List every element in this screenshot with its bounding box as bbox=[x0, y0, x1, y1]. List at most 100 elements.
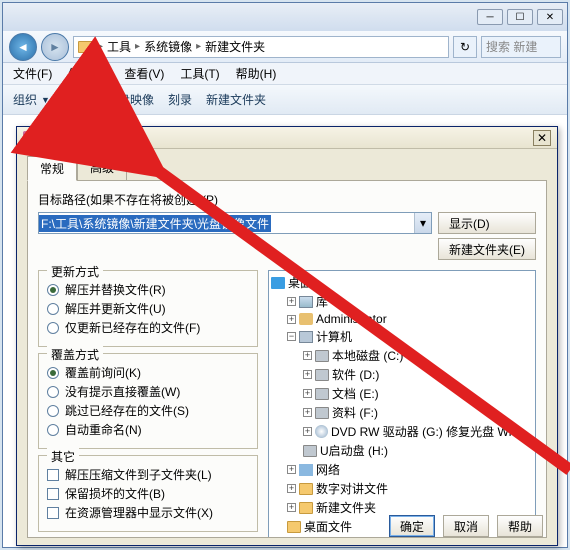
expander-icon[interactable]: + bbox=[303, 408, 312, 417]
display-button[interactable]: 显示(D) bbox=[438, 212, 536, 234]
target-path-value: F:\工具\系统镜像\新建文件夹\光盘镜像文件 bbox=[39, 215, 271, 232]
expander-icon[interactable]: + bbox=[287, 315, 296, 324]
nav-back-button[interactable]: ◄ bbox=[9, 33, 37, 61]
check-subfolder[interactable]: 解压压缩文件到子文件夹(L) bbox=[47, 466, 249, 483]
tree-node-drive: U启动盘 (H:) bbox=[271, 441, 533, 460]
tree-node-drive: +资料 (F:) bbox=[271, 403, 533, 422]
tree-node-user: +Administrator bbox=[271, 311, 533, 327]
new-folder-button[interactable]: 新建文件夹 bbox=[206, 91, 266, 108]
tree-node-drive: +软件 (D:) bbox=[271, 365, 533, 384]
folder-icon bbox=[299, 483, 313, 495]
tree-node-folder: +数字对讲文件 bbox=[271, 479, 533, 498]
tree-node-network: +网络 bbox=[271, 460, 533, 479]
refresh-button[interactable]: ↻ bbox=[453, 36, 477, 58]
library-icon bbox=[299, 296, 313, 308]
radio-ask-overwrite[interactable]: 覆盖前询问(K) bbox=[47, 364, 249, 381]
explorer-titlebar: ─ ☐ ✕ bbox=[3, 3, 567, 31]
cancel-button[interactable]: 取消 bbox=[443, 515, 489, 537]
maximize-button[interactable]: ☐ bbox=[507, 9, 533, 25]
network-icon bbox=[299, 464, 313, 476]
search-input[interactable]: 搜索 新建 bbox=[481, 36, 561, 58]
extract-dialog: 解压路径和选项 ✕ 常规 高级 目标路径(如果不存在将被创建)(P) F:\工具… bbox=[16, 126, 558, 546]
dialog-tabs: 常规 高级 bbox=[27, 155, 547, 180]
chevron-down-icon[interactable]: ▾ bbox=[414, 213, 431, 233]
target-path-combo[interactable]: F:\工具\系统镜像\新建文件夹\光盘镜像文件 ▾ bbox=[38, 212, 432, 234]
explorer-navbar: ◄ ► ▸ 工具 ▸ 系统镜像 ▸ 新建文件夹 ↻ 搜索 新建 bbox=[3, 31, 567, 63]
group-update: 更新方式 解压并替换文件(R) 解压并更新文件(U) 仅更新已经存在的文件(F) bbox=[38, 270, 258, 347]
breadcrumb[interactable]: 系统镜像 bbox=[144, 38, 192, 55]
tab-panel-general: 目标路径(如果不存在将被创建)(P) F:\工具\系统镜像\新建文件夹\光盘镜像… bbox=[27, 180, 547, 538]
drive-icon bbox=[315, 388, 329, 400]
expander-icon[interactable]: + bbox=[303, 370, 312, 379]
close-button[interactable]: ✕ bbox=[537, 9, 563, 25]
chevron-right-icon: ▸ bbox=[98, 41, 103, 52]
tab-advanced[interactable]: 高级 bbox=[77, 155, 127, 180]
chevron-right-icon: ▸ bbox=[135, 41, 140, 52]
nav-forward-button[interactable]: ► bbox=[41, 33, 69, 61]
desktop-icon bbox=[271, 277, 285, 289]
dialog-titlebar: 解压路径和选项 ✕ bbox=[17, 127, 557, 149]
chevron-down-icon: ▼ bbox=[41, 95, 50, 105]
group-overwrite: 覆盖方式 覆盖前询问(K) 没有提示直接覆盖(W) 跳过已经存在的文件(S) 自… bbox=[38, 353, 258, 449]
menu-file[interactable]: 文件(F) bbox=[13, 65, 52, 82]
check-keep-broken[interactable]: 保留损坏的文件(B) bbox=[47, 485, 249, 502]
menu-help[interactable]: 帮助(H) bbox=[236, 65, 277, 82]
burn-image-button[interactable]: 刻录光盘映像 bbox=[64, 91, 154, 108]
radio-autorename[interactable]: 自动重命名(N) bbox=[47, 421, 249, 438]
radio-update-existing[interactable]: 仅更新已经存在的文件(F) bbox=[47, 319, 249, 336]
radio-skip-existing[interactable]: 跳过已经存在的文件(S) bbox=[47, 402, 249, 419]
tree-node-desktop: 桌面 bbox=[271, 273, 533, 292]
group-title: 更新方式 bbox=[47, 263, 103, 280]
folder-tree[interactable]: 桌面 +库 +Administrator −计算机 +本地磁盘 (C:) +软件… bbox=[268, 270, 536, 538]
breadcrumb[interactable]: 工具 bbox=[107, 38, 131, 55]
expander-icon[interactable]: + bbox=[303, 389, 312, 398]
burn-button[interactable]: 刻录 bbox=[168, 91, 192, 108]
folder-icon bbox=[287, 521, 301, 533]
group-title: 其它 bbox=[47, 448, 79, 465]
disc-icon bbox=[64, 93, 78, 107]
menu-view[interactable]: 查看(V) bbox=[124, 65, 164, 82]
address-bar[interactable]: ▸ 工具 ▸ 系统镜像 ▸ 新建文件夹 bbox=[73, 36, 449, 58]
radio-extract-replace[interactable]: 解压并替换文件(R) bbox=[47, 281, 249, 298]
tree-node-drive: +本地磁盘 (C:) bbox=[271, 346, 533, 365]
expander-icon[interactable]: + bbox=[303, 351, 312, 360]
minimize-button[interactable]: ─ bbox=[477, 9, 503, 25]
check-show-explorer[interactable]: 在资源管理器中显示文件(X) bbox=[47, 504, 249, 521]
drive-icon bbox=[315, 350, 329, 362]
tree-node-computer: −计算机 bbox=[271, 327, 533, 346]
folder-icon bbox=[299, 502, 313, 514]
explorer-menubar: 文件(F) 编辑(E) 查看(V) 工具(T) 帮助(H) bbox=[3, 63, 567, 85]
expander-icon[interactable]: + bbox=[303, 427, 312, 436]
expander-icon[interactable]: + bbox=[287, 503, 296, 512]
expander-icon[interactable]: + bbox=[287, 297, 296, 306]
drive-icon bbox=[303, 445, 317, 457]
group-title: 覆盖方式 bbox=[47, 346, 103, 363]
dialog-close-button[interactable]: ✕ bbox=[533, 130, 551, 146]
target-path-label: 目标路径(如果不存在将被创建)(P) bbox=[38, 191, 536, 208]
dialog-title: 解压路径和选项 bbox=[43, 129, 127, 146]
tree-node-dvd: +DVD RW 驱动器 (G:) 修复光盘 Wi bbox=[271, 422, 533, 441]
explorer-toolbar: 组织 ▼ 刻录光盘映像 刻录 新建文件夹 bbox=[3, 85, 567, 115]
winrar-icon bbox=[23, 131, 37, 145]
expander-icon[interactable]: − bbox=[287, 332, 296, 341]
computer-icon bbox=[299, 331, 313, 343]
expander-icon[interactable]: + bbox=[287, 484, 296, 493]
dvd-icon bbox=[315, 425, 328, 438]
menu-tools[interactable]: 工具(T) bbox=[180, 65, 219, 82]
menu-edit[interactable]: 编辑(E) bbox=[68, 65, 108, 82]
chevron-right-icon: ▸ bbox=[196, 41, 201, 52]
organize-button[interactable]: 组织 ▼ bbox=[13, 91, 50, 108]
tab-general[interactable]: 常规 bbox=[27, 156, 77, 181]
ok-button[interactable]: 确定 bbox=[389, 515, 435, 537]
dialog-buttons: 确定 取消 帮助 bbox=[389, 515, 543, 537]
tree-node-drive: +文档 (E:) bbox=[271, 384, 533, 403]
breadcrumb[interactable]: 新建文件夹 bbox=[205, 38, 265, 55]
user-icon bbox=[299, 313, 313, 325]
folder-icon bbox=[78, 41, 94, 53]
radio-extract-update[interactable]: 解压并更新文件(U) bbox=[47, 300, 249, 317]
radio-overwrite-noprompt[interactable]: 没有提示直接覆盖(W) bbox=[47, 383, 249, 400]
help-button[interactable]: 帮助 bbox=[497, 515, 543, 537]
tree-node-libraries: +库 bbox=[271, 292, 533, 311]
expander-icon[interactable]: + bbox=[287, 465, 296, 474]
new-folder-button[interactable]: 新建文件夹(E) bbox=[438, 238, 536, 260]
